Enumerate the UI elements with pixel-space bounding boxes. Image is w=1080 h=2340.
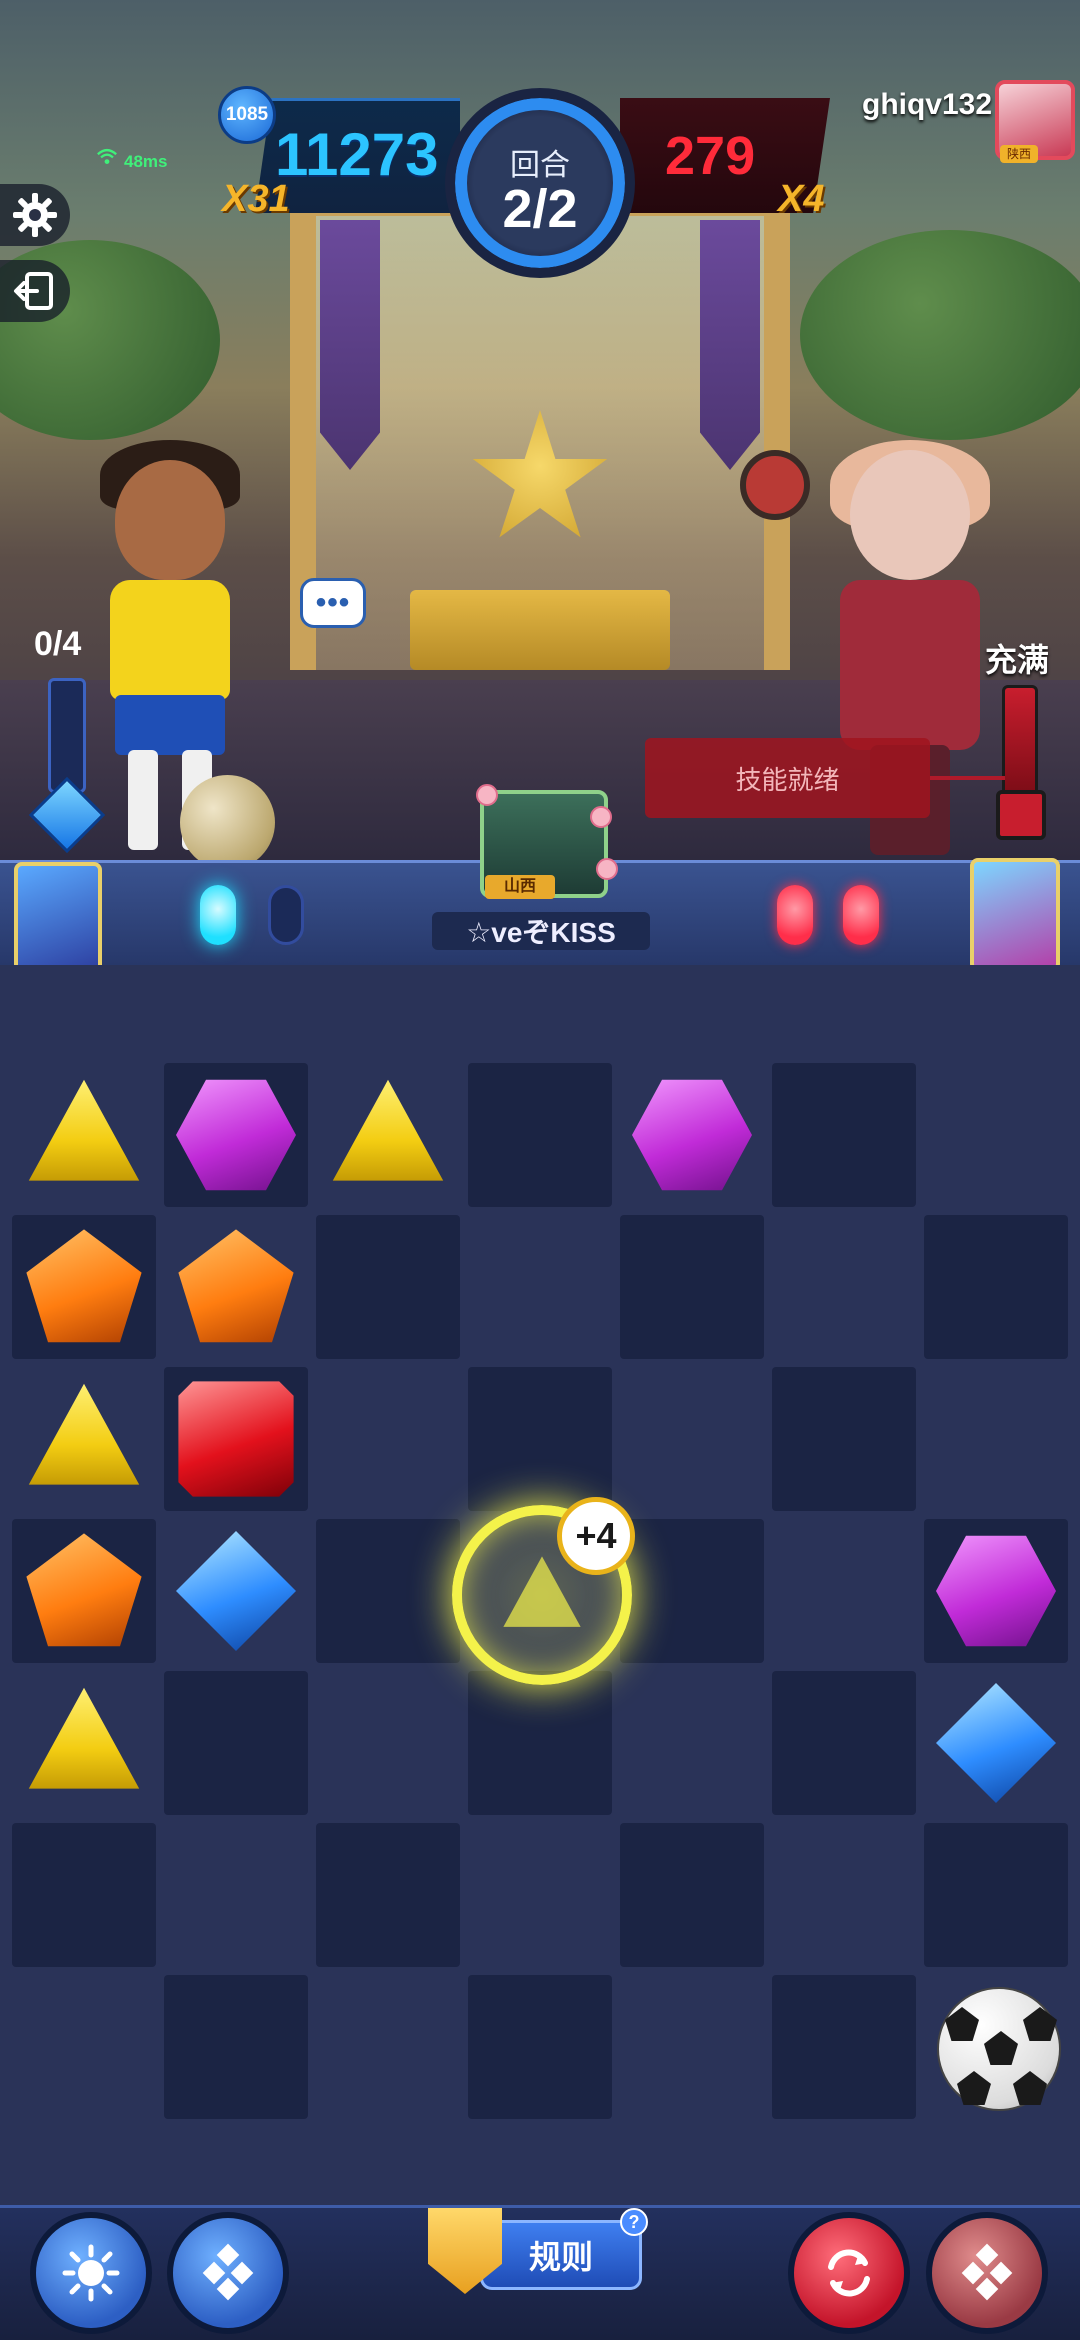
flower-decoration	[476, 784, 498, 806]
opponent-robot-companion	[740, 450, 810, 520]
player-level-badge: 1085	[218, 86, 276, 144]
skill-ready-connector	[930, 776, 1005, 780]
player-energy-bar	[48, 678, 86, 793]
exit-button[interactable]	[0, 260, 70, 322]
opponent-name: ghiqv132	[862, 88, 993, 121]
opponent-skill-gem-icon	[996, 790, 1046, 840]
player-card-avatar[interactable]	[14, 862, 102, 974]
gear-icon	[13, 193, 57, 237]
board-tile[interactable]	[924, 1823, 1068, 1967]
board-tile[interactable]	[468, 1975, 612, 2119]
player-energy-count: 0/4	[34, 625, 82, 663]
board-tile[interactable]	[772, 1975, 916, 2119]
board-tile[interactable]	[772, 1671, 916, 1815]
trophy-pedestal	[410, 590, 670, 670]
player-turn-flame-lit	[200, 885, 236, 945]
board-tile[interactable]	[620, 1519, 764, 1663]
diamonds-icon	[202, 2243, 254, 2301]
chat-button[interactable]: •••	[300, 578, 366, 628]
board-tile[interactable]	[316, 1215, 460, 1359]
board-tile[interactable]	[924, 1215, 1068, 1359]
player-name: ☆veぞKISS	[432, 912, 650, 950]
opponent-multiplier: X4	[778, 178, 825, 220]
opponent-turn-flame	[843, 885, 879, 945]
board-tile[interactable]	[468, 1671, 612, 1815]
board-tile[interactable]	[620, 1215, 764, 1359]
player-score: 11273	[275, 121, 439, 188]
opponent-score: 279	[665, 126, 756, 186]
sun-icon	[62, 2244, 120, 2302]
board-tile[interactable]	[772, 1063, 916, 1207]
skill-ready-banner: 技能就绪	[645, 738, 930, 818]
opponent-turn-flame	[777, 885, 813, 945]
round-indicator: 回合 2/2	[445, 88, 635, 278]
flower-decoration	[596, 858, 618, 880]
bush-decoration	[800, 230, 1080, 440]
board-tile[interactable]	[620, 1823, 764, 1967]
settings-button[interactable]	[0, 184, 70, 246]
opponent-region-tag: 陕西	[1000, 145, 1038, 163]
help-icon[interactable]: ?	[620, 2208, 648, 2236]
arch-banner-right	[700, 220, 760, 470]
refresh-icon	[828, 2249, 870, 2297]
ping-value: 48ms	[124, 152, 168, 171]
opponent-gems-skill-button[interactable]	[926, 2212, 1048, 2334]
board-tile[interactable]	[316, 1823, 460, 1967]
board-tile[interactable]	[12, 1823, 156, 1967]
diamonds-icon	[961, 2243, 1013, 2301]
red-square-gem[interactable]	[178, 1381, 294, 1497]
soccer-ball-piece[interactable]	[937, 1987, 1061, 2111]
player-multiplier: X31	[222, 178, 290, 220]
opponent-energy-status: 充满	[985, 642, 1050, 678]
board-tile[interactable]	[164, 1975, 308, 2119]
board-tile[interactable]	[772, 1367, 916, 1511]
player-region-tag: 山西	[485, 875, 555, 899]
board-tile[interactable]	[468, 1367, 612, 1511]
player-turn-flame-empty	[268, 885, 304, 945]
bonus-badge: +4	[557, 1497, 635, 1575]
exit-icon	[14, 272, 53, 310]
board-tile[interactable]	[468, 1063, 612, 1207]
round-value: 2/2	[502, 179, 578, 239]
board-tile[interactable]	[164, 1671, 308, 1815]
opponent-card-avatar[interactable]	[970, 858, 1060, 972]
player-ball	[180, 775, 275, 860]
flower-decoration	[590, 806, 612, 828]
rules-button[interactable]: 规则	[480, 2220, 642, 2290]
sun-skill-button[interactable]	[30, 2212, 152, 2334]
arch-banner-left	[320, 220, 380, 470]
board-tile[interactable]	[316, 1519, 460, 1663]
gems-skill-button[interactable]	[167, 2212, 289, 2334]
swap-skill-button[interactable]	[788, 2212, 910, 2334]
wifi-icon	[97, 148, 117, 164]
opponent-energy-bar	[1002, 685, 1038, 800]
